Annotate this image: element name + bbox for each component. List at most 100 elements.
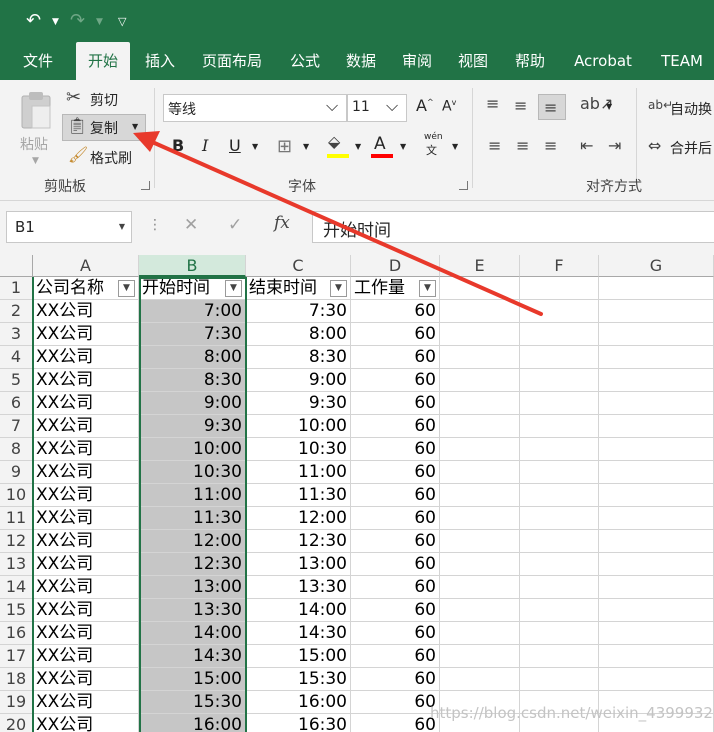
table-cell[interactable]: 60	[351, 645, 440, 668]
column-header-e[interactable]: E	[440, 255, 520, 277]
empty-cell[interactable]	[599, 484, 714, 507]
column-header-c[interactable]: C	[246, 255, 351, 277]
empty-cell[interactable]	[599, 277, 714, 300]
empty-cell[interactable]	[440, 392, 520, 415]
wrap-text-button[interactable]: 自动换	[670, 99, 712, 119]
table-cell[interactable]: 13:30	[139, 599, 246, 622]
name-box[interactable]: B1 ▼	[6, 211, 132, 243]
tab-acrobat[interactable]: Acrobat	[566, 42, 640, 80]
empty-cell[interactable]	[599, 369, 714, 392]
empty-cell[interactable]	[520, 392, 599, 415]
table-cell[interactable]: 60	[351, 461, 440, 484]
underline-button[interactable]: U	[229, 136, 241, 155]
column-header-g[interactable]: G	[599, 255, 714, 277]
phonetic-guide-button[interactable]: wén	[424, 132, 443, 142]
table-cell[interactable]: 60	[351, 599, 440, 622]
merge-center-button[interactable]: 合并后	[670, 138, 712, 158]
tab-file[interactable]: 文件	[10, 42, 66, 80]
undo-dropdown-icon[interactable]: ▼	[52, 17, 59, 27]
table-cell[interactable]: 60	[351, 415, 440, 438]
column-header-a[interactable]: A	[33, 255, 139, 277]
row-header[interactable]: 19	[0, 691, 33, 714]
table-cell[interactable]: 12:00	[139, 530, 246, 553]
empty-cell[interactable]	[599, 599, 714, 622]
row-header[interactable]: 15	[0, 599, 33, 622]
decrease-indent-icon[interactable]: ⇤	[580, 138, 593, 154]
table-cell[interactable]: 8:30	[139, 369, 246, 392]
fill-color-dropdown-icon[interactable]: ▼	[355, 142, 361, 151]
formula-input[interactable]: 开始时间	[312, 211, 714, 243]
empty-cell[interactable]	[520, 277, 599, 300]
row-header[interactable]: 7	[0, 415, 33, 438]
table-cell[interactable]: 7:00	[139, 300, 246, 323]
column-header-f[interactable]: F	[520, 255, 599, 277]
table-cell[interactable]: XX公司	[33, 599, 139, 622]
table-cell[interactable]: XX公司	[33, 300, 139, 323]
empty-cell[interactable]	[599, 622, 714, 645]
empty-cell[interactable]	[440, 300, 520, 323]
empty-cell[interactable]	[599, 645, 714, 668]
row-header[interactable]: 20	[0, 714, 33, 732]
empty-cell[interactable]	[599, 530, 714, 553]
tab-insert[interactable]: 插入	[134, 42, 186, 80]
empty-cell[interactable]	[599, 507, 714, 530]
table-cell[interactable]: 14:00	[246, 599, 351, 622]
table-cell[interactable]: 13:00	[246, 553, 351, 576]
tab-review[interactable]: 审阅	[392, 42, 442, 80]
empty-cell[interactable]	[599, 346, 714, 369]
table-cell[interactable]: 13:00	[139, 576, 246, 599]
table-cell[interactable]: 9:00	[139, 392, 246, 415]
row-header[interactable]: 5	[0, 369, 33, 392]
table-cell[interactable]: XX公司	[33, 438, 139, 461]
empty-cell[interactable]	[440, 507, 520, 530]
column-header-d[interactable]: D	[351, 255, 440, 277]
empty-cell[interactable]	[440, 415, 520, 438]
table-cell[interactable]: 7:30	[246, 300, 351, 323]
table-cell[interactable]: 16:00	[246, 691, 351, 714]
empty-cell[interactable]	[599, 461, 714, 484]
table-cell[interactable]: XX公司	[33, 323, 139, 346]
table-cell[interactable]: XX公司	[33, 553, 139, 576]
empty-cell[interactable]	[440, 277, 520, 300]
row-header[interactable]: 4	[0, 346, 33, 369]
empty-cell[interactable]	[520, 346, 599, 369]
tab-formulas[interactable]: 公式	[280, 42, 330, 80]
row-header[interactable]: 1	[0, 277, 33, 300]
empty-cell[interactable]	[599, 300, 714, 323]
table-cell[interactable]: 9:30	[246, 392, 351, 415]
empty-cell[interactable]	[440, 645, 520, 668]
empty-cell[interactable]	[440, 484, 520, 507]
redo-dropdown-icon[interactable]: ▼	[96, 17, 103, 27]
table-cell[interactable]: 60	[351, 484, 440, 507]
clipboard-launcher-icon[interactable]	[141, 181, 150, 190]
table-cell[interactable]: XX公司	[33, 530, 139, 553]
empty-cell[interactable]	[599, 323, 714, 346]
empty-cell[interactable]	[599, 668, 714, 691]
table-cell[interactable]: 11:00	[139, 484, 246, 507]
row-header[interactable]: 17	[0, 645, 33, 668]
cancel-icon[interactable]: ✕	[184, 215, 198, 235]
table-cell[interactable]: 8:00	[246, 323, 351, 346]
empty-cell[interactable]	[440, 576, 520, 599]
table-cell[interactable]: 15:30	[139, 691, 246, 714]
table-cell[interactable]: 10:00	[246, 415, 351, 438]
empty-cell[interactable]	[520, 323, 599, 346]
tab-data[interactable]: 数据	[336, 42, 386, 80]
table-cell[interactable]: 60	[351, 507, 440, 530]
row-header[interactable]: 6	[0, 392, 33, 415]
table-cell[interactable]: 60	[351, 576, 440, 599]
copy-dropdown-icon[interactable]: ▼	[132, 122, 138, 131]
borders-dropdown-icon[interactable]: ▼	[303, 142, 309, 151]
orientation-dropdown-icon[interactable]: ▼	[606, 102, 612, 111]
table-cell[interactable]: 60	[351, 392, 440, 415]
table-cell[interactable]: XX公司	[33, 392, 139, 415]
borders-icon[interactable]: ⊞	[277, 138, 292, 156]
underline-dropdown-icon[interactable]: ▼	[252, 142, 258, 151]
table-cell[interactable]: XX公司	[33, 714, 139, 732]
column-header-b[interactable]: B	[139, 255, 246, 277]
table-cell[interactable]: XX公司	[33, 484, 139, 507]
empty-cell[interactable]	[440, 369, 520, 392]
customize-toolbar-icon[interactable]: ▽	[118, 15, 126, 28]
filter-dropdown-icon[interactable]: ▼	[330, 280, 347, 297]
table-cell[interactable]: 10:00	[139, 438, 246, 461]
